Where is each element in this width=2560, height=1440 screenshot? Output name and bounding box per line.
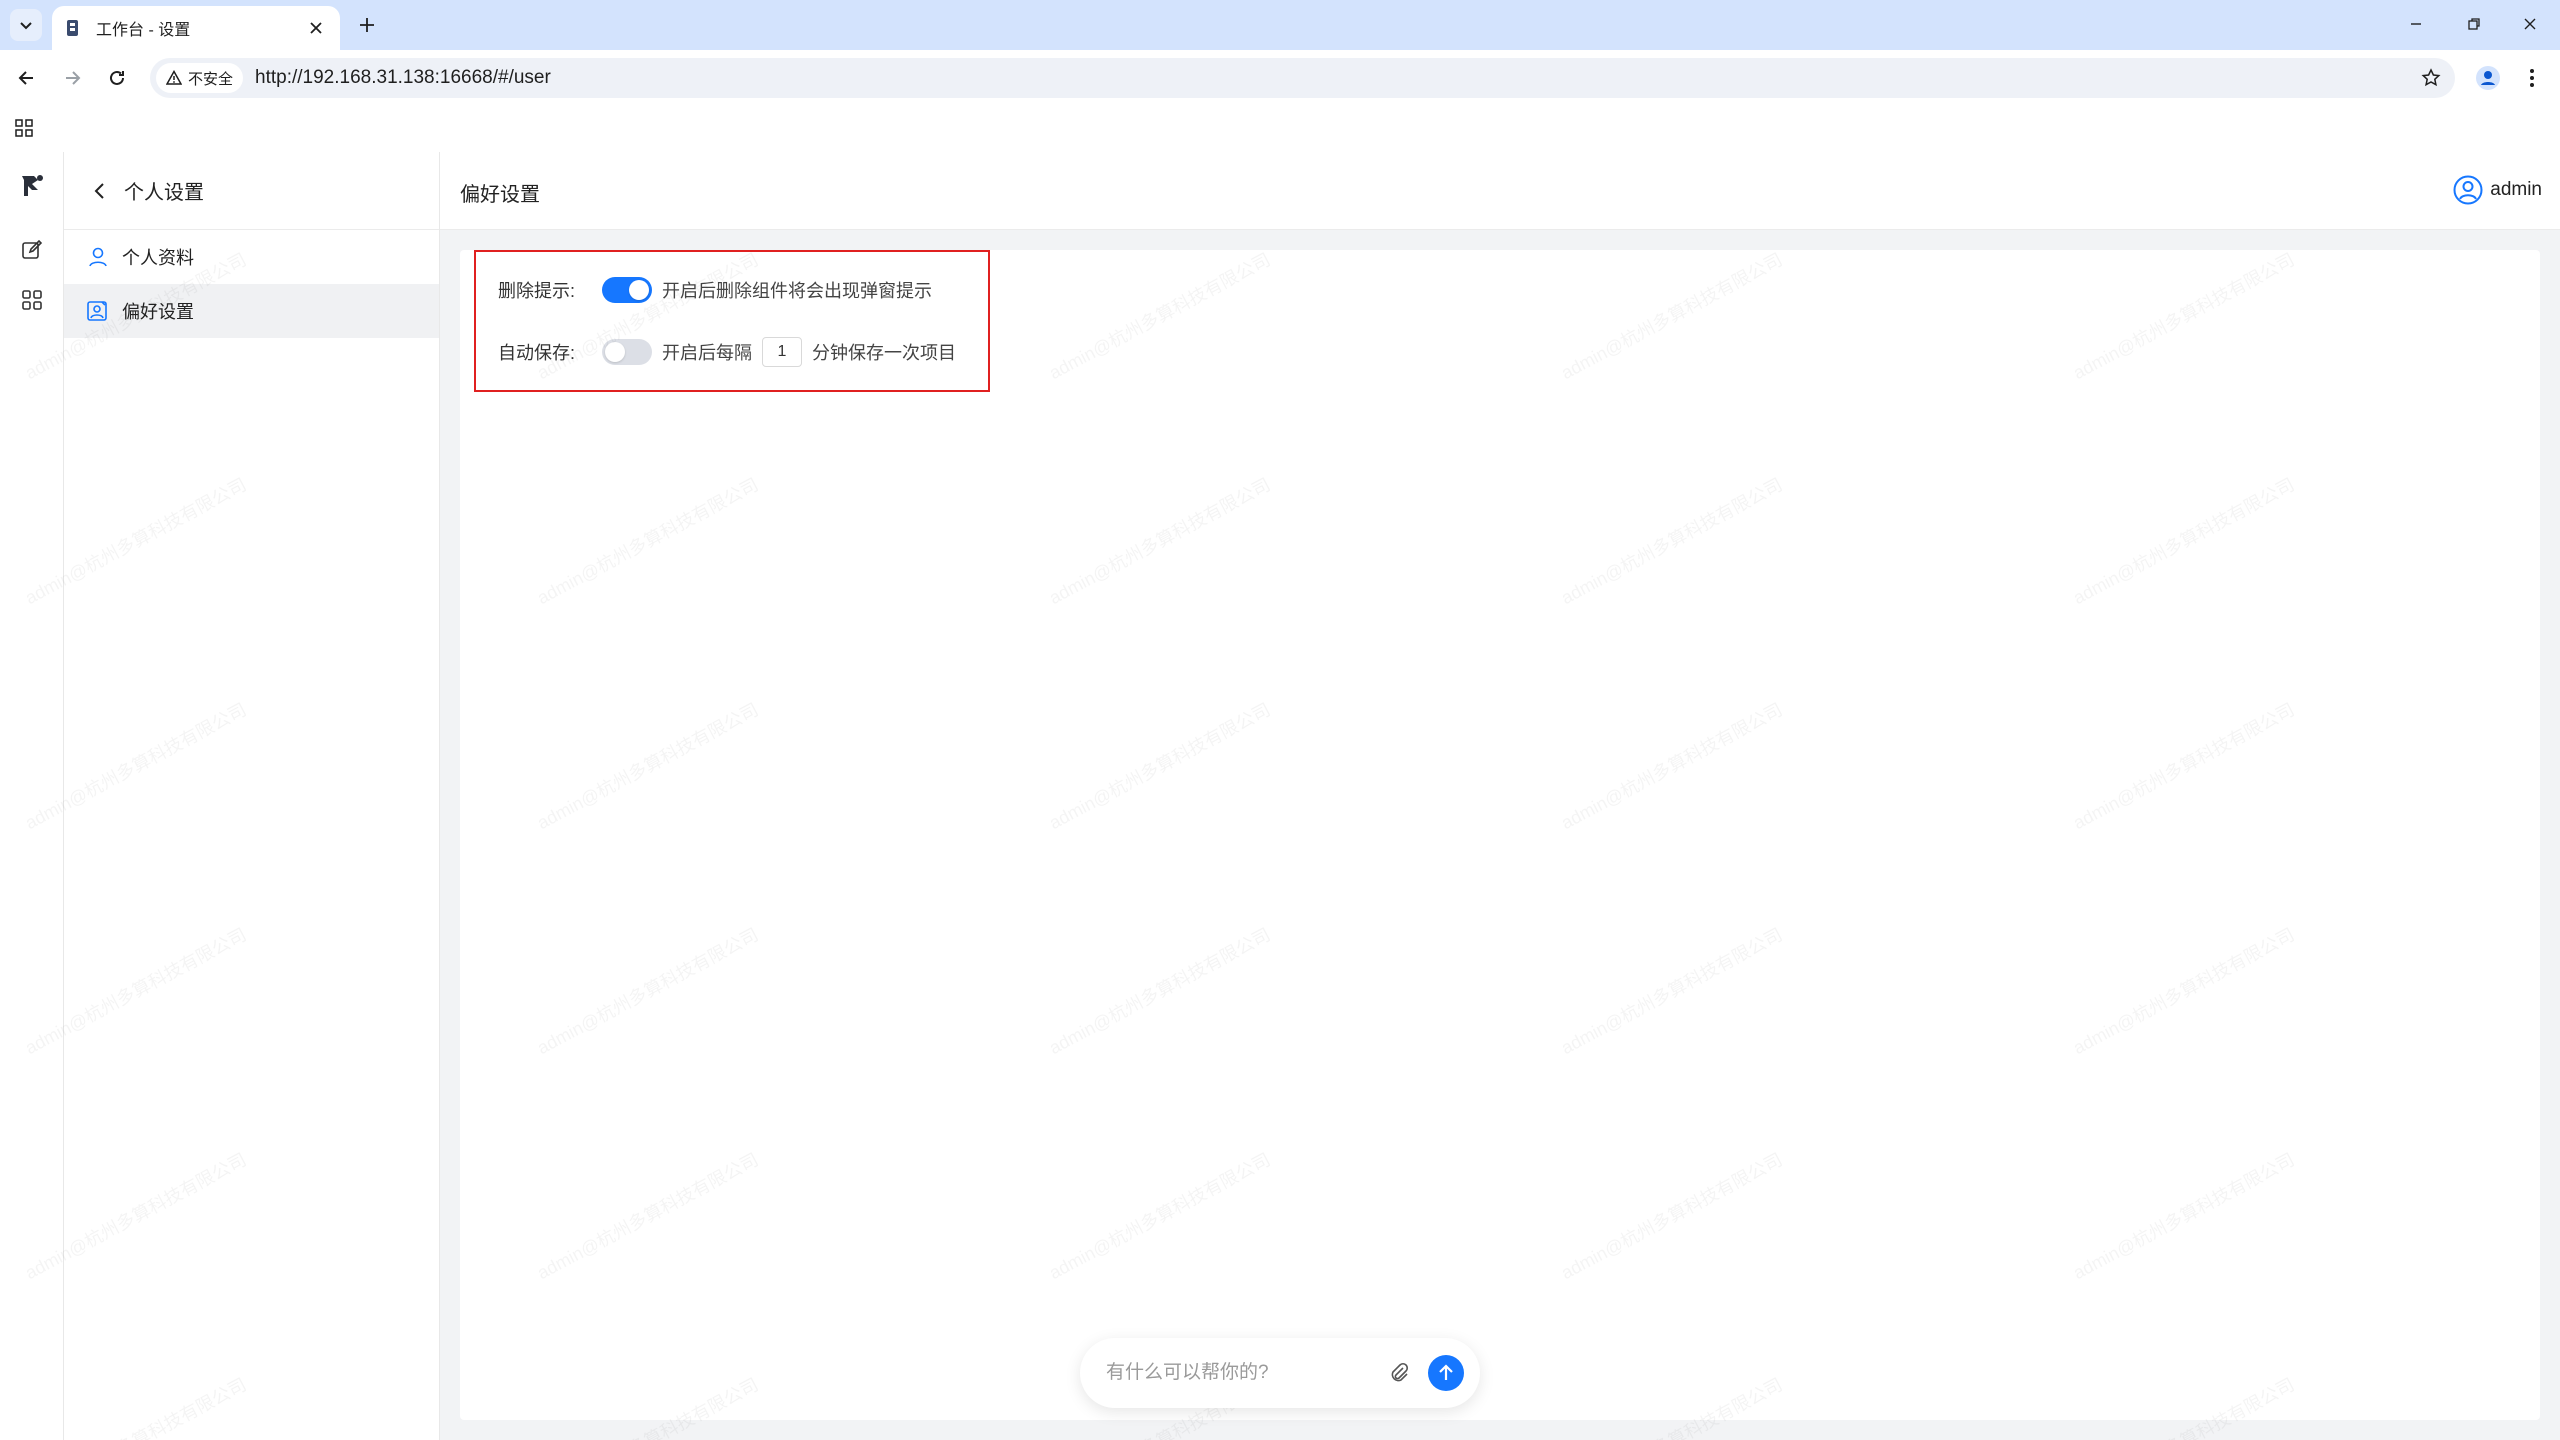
url-text: http://192.168.31.138:16668/#/user [255,67,551,88]
close-icon [2524,18,2536,30]
reload-button[interactable] [101,62,133,94]
bookmark-star-icon[interactable] [2419,66,2443,90]
sidebar-title: 个人设置 [124,182,204,204]
security-label: 不安全 [188,70,234,88]
auto-save-row: 自动保存: 开启后每隔 分钟保存一次项目 [498,336,956,368]
app-root: 个人设置 个人资料 偏好设置 偏好设置 admin 删除提示: 开启后删除组件将… [0,152,2560,1440]
profile-icon [2476,66,2500,90]
site-security-chip[interactable]: 不安全 [156,63,244,93]
address-bar[interactable]: 不安全 http://192.168.31.138:16668/#/user [150,58,2455,98]
restore-window-button[interactable] [2452,8,2496,40]
app-logo-icon[interactable] [14,168,50,204]
edit-icon[interactable] [18,236,46,264]
page-title: 偏好设置 [460,184,540,206]
app-icon-rail [0,152,64,1440]
apps-shortcut-button[interactable] [10,114,38,142]
chat-input[interactable] [1106,1362,1384,1384]
bookmarks-bar [0,106,2560,152]
minimize-window-button[interactable] [2394,8,2438,40]
tab-search-button[interactable] [10,9,42,41]
more-vertical-icon [2530,69,2534,87]
sidebar-item-label: 偏好设置 [122,302,194,322]
assistant-chat-bar [1080,1338,1480,1408]
back-button[interactable] [11,62,43,94]
browser-profile-button[interactable] [2472,62,2504,94]
delete-prompt-label: 删除提示: [498,281,576,301]
delete-prompt-row: 删除提示: 开启后删除组件将会出现弹窗提示 [498,274,932,306]
toggle-knob [605,342,625,362]
chevron-left-icon[interactable] [86,177,114,205]
auto-save-toggle[interactable] [602,339,652,365]
delete-prompt-toggle[interactable] [602,277,652,303]
arrow-left-icon [18,71,33,85]
arrow-right-icon [66,71,81,85]
reload-icon [110,70,124,85]
user-menu[interactable]: admin [2452,174,2542,206]
new-tab-button[interactable] [352,10,382,40]
delete-prompt-description: 开启后删除组件将会出现弹窗提示 [662,281,932,301]
sidebar-item-preferences[interactable]: 偏好设置 [64,284,439,338]
auto-save-label: 自动保存: [498,343,576,363]
paperclip-icon[interactable] [1384,1358,1414,1388]
avatar-icon [2452,174,2484,206]
auto-save-description-before: 开启后每隔 [662,343,752,363]
user-settings-icon [84,297,112,325]
auto-save-description-after: 分钟保存一次项目 [812,343,956,363]
close-window-button[interactable] [2508,8,2552,40]
app-favicon-icon [64,18,84,38]
user-icon [84,243,112,271]
chevron-down-icon [20,22,32,30]
content-header: 偏好设置 admin [440,152,2560,230]
main-content: 偏好设置 admin 删除提示: 开启后删除组件将会出现弹窗提示 自动保存: 开… [440,152,2560,1440]
minimize-icon [2411,23,2421,25]
tab-title: 工作台 - 设置 [96,22,191,39]
browser-tab-strip: 工作台 - 设置 [0,0,2560,50]
username: admin [2490,179,2542,200]
apps-grid-icon [15,119,33,137]
toggle-knob [629,280,649,300]
settings-sidebar: 个人设置 个人资料 偏好设置 [64,152,440,1440]
send-button[interactable] [1428,1355,1464,1391]
auto-save-interval-input[interactable] [762,337,802,367]
components-grid-icon[interactable] [18,286,46,314]
forward-button[interactable] [56,62,88,94]
browser-menu-button[interactable] [2518,62,2546,94]
preferences-panel: 删除提示: 开启后删除组件将会出现弹窗提示 自动保存: 开启后每隔 分钟保存一次… [460,250,2540,1420]
plus-icon [360,18,374,32]
warning-icon [166,70,182,85]
arrow-up-icon [1439,1364,1453,1380]
browser-tab-active[interactable]: 工作台 - 设置 [52,6,340,50]
restore-icon [2468,18,2480,30]
close-tab-icon[interactable] [304,16,328,40]
sidebar-header: 个人设置 [64,152,439,230]
sidebar-item-profile[interactable]: 个人资料 [64,230,439,284]
browser-toolbar: 不安全 http://192.168.31.138:16668/#/user [0,50,2560,106]
preferences-highlight-box: 删除提示: 开启后删除组件将会出现弹窗提示 自动保存: 开启后每隔 分钟保存一次… [474,250,990,392]
sidebar-item-label: 个人资料 [122,248,194,268]
